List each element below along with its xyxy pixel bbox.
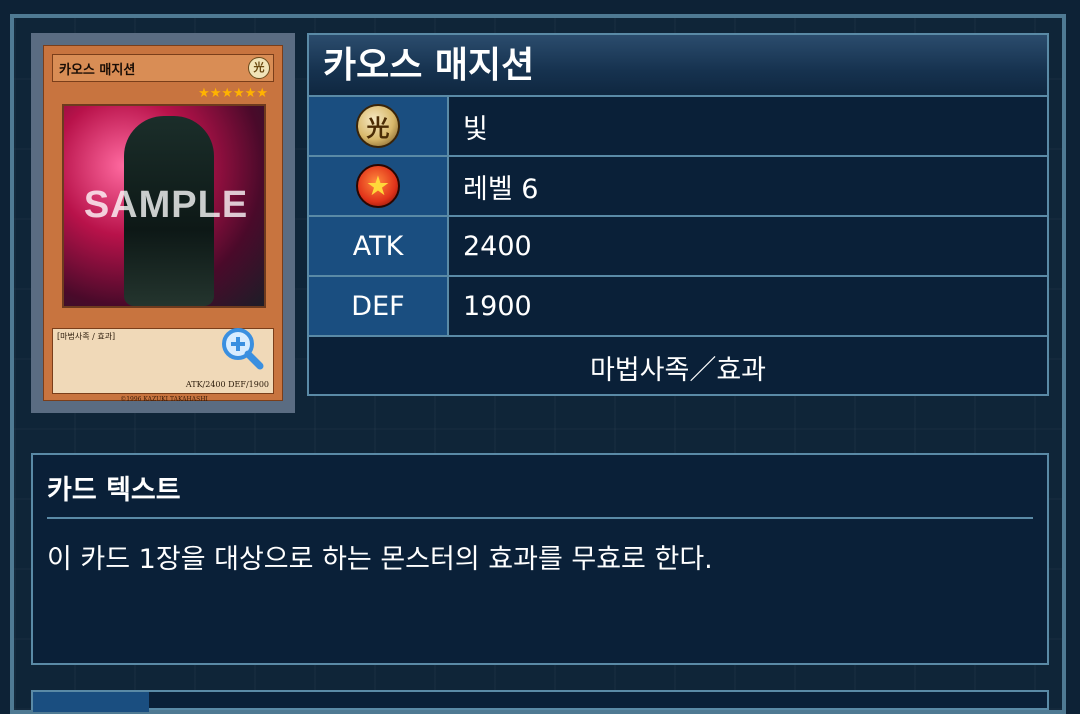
def-value: 1900 (449, 277, 1047, 335)
level-star-icon: ★ (356, 164, 400, 208)
atk-label: ATK (309, 217, 449, 275)
attribute-value: 빛 (449, 97, 1047, 155)
sample-watermark: SAMPLE (83, 184, 249, 226)
card-image-copyright: ©1996 KAZUKI TAKAHASHI (120, 396, 208, 403)
card-type: 마법사족／효과 (589, 354, 767, 386)
card-image-type-line: [마법사족 / 효과] (57, 332, 116, 341)
card-image-stats: ATK/2400 DEF/1900 (185, 380, 269, 389)
card-title: 카오스 매지션 (309, 35, 1047, 97)
def-label: DEF (309, 277, 449, 335)
card-info-table: 카오스 매지션 光 빛 ★ 레벨 6 ATK 2400 DEF 1900 마법사… (307, 33, 1049, 396)
attribute-label: 光 (309, 97, 449, 155)
card-artwork: SAMPLE (62, 104, 266, 308)
level-row: ★ 레벨 6 (309, 157, 1047, 217)
light-attribute-icon: 光 (356, 104, 400, 148)
card-image[interactable]: 카오스 매지션 光 ★★★★★★ SAMPLE [마법사족 / 효과] ATK/… (31, 33, 295, 413)
attribute-row: 光 빛 (309, 97, 1047, 157)
next-panel-tab (33, 692, 149, 712)
def-row: DEF 1900 (309, 277, 1047, 337)
zoom-magnifier-icon[interactable] (220, 326, 264, 370)
level-label: ★ (309, 157, 449, 215)
card-text-title: 카드 텍스트 (47, 455, 1033, 519)
atk-value: 2400 (449, 217, 1047, 275)
atk-row: ATK 2400 (309, 217, 1047, 277)
card-image-name: 카오스 매지션 光 (52, 54, 274, 82)
card-image-attribute-icon: 光 (248, 57, 270, 79)
level-value: 레벨 6 (449, 157, 1047, 215)
next-panel-edge (31, 690, 1049, 712)
card-text-panel: 카드 텍스트 이 카드 1장을 대상으로 하는 몬스터의 효과를 무효로 한다. (31, 453, 1049, 665)
card-image-stars: ★★★★★★ (198, 86, 268, 101)
card-face: 카오스 매지션 光 ★★★★★★ SAMPLE [마법사족 / 효과] ATK/… (43, 45, 283, 403)
card-text-body: 이 카드 1장을 대상으로 하는 몬스터의 효과를 무효로 한다. (47, 544, 713, 575)
